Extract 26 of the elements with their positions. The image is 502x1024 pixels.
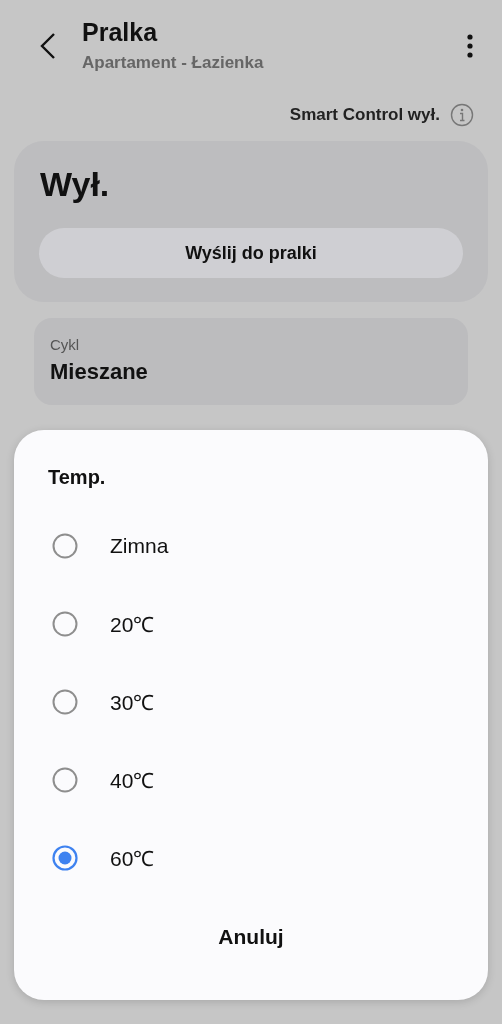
cycle-label: Cykl — [50, 336, 81, 353]
radio-button[interactable] — [52, 611, 78, 637]
radio-button[interactable] — [52, 845, 78, 871]
option-label: 30℃ — [110, 690, 155, 716]
radio-button[interactable] — [52, 767, 78, 793]
option-label: 20℃ — [110, 612, 155, 638]
temperature-option[interactable]: 60℃ — [14, 819, 488, 897]
temperature-option[interactable]: Zimna — [14, 507, 488, 585]
option-label: 60℃ — [110, 846, 155, 872]
temperature-option[interactable]: 30℃ — [14, 663, 488, 741]
cycle-value: Mieszane — [50, 359, 149, 385]
cancel-button[interactable]: Anuluj — [206, 919, 296, 955]
smart-control-status: Smart Control wył. — [289, 105, 440, 125]
send-button[interactable]: Wyślij do pralki — [39, 228, 463, 278]
device-location: Apartament - Łazienka — [82, 53, 265, 73]
option-label: Zimna — [110, 534, 169, 558]
info-icon[interactable] — [450, 103, 474, 127]
device-title: Pralka — [82, 18, 159, 47]
temperature-option[interactable]: 40℃ — [14, 741, 488, 819]
radio-button[interactable] — [52, 533, 78, 559]
temperature-option[interactable]: 20℃ — [14, 585, 488, 663]
radio-button[interactable] — [52, 689, 78, 715]
option-label: 40℃ — [110, 768, 155, 794]
cycle-card[interactable]: Cykl Mieszane — [34, 318, 468, 405]
dialog-title: Temp. — [48, 466, 107, 489]
power-state: Wył. — [40, 165, 111, 204]
